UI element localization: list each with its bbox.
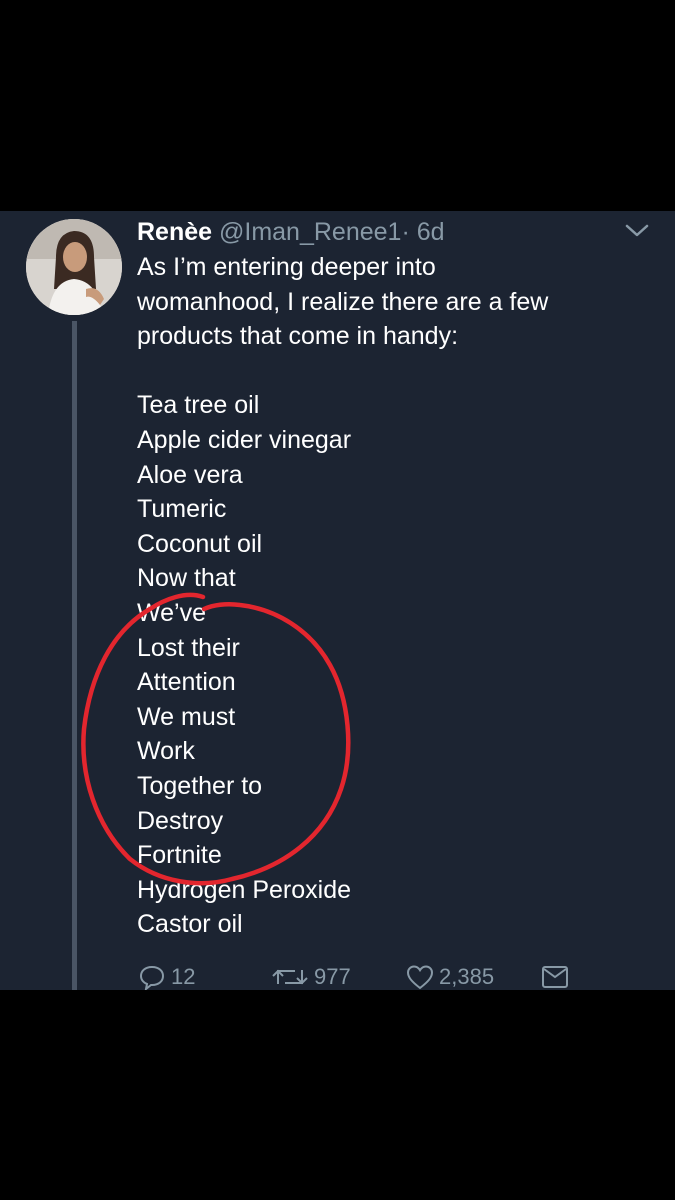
retweet-button[interactable]: 977 bbox=[270, 961, 351, 990]
like-button[interactable]: 2,385 bbox=[405, 961, 494, 990]
tweet-line: womanhood, I realize there are a few bbox=[137, 287, 549, 316]
heart-icon bbox=[406, 965, 434, 990]
tweet-line: Tumeric bbox=[137, 495, 227, 524]
tweet-line: Hydrogen Peroxide bbox=[137, 875, 352, 904]
like-count: 2,385 bbox=[439, 964, 495, 989]
tweet-line: Work bbox=[137, 737, 195, 766]
avatar-photo bbox=[26, 219, 122, 315]
display-name[interactable]: Renèe bbox=[137, 218, 212, 246]
tweet-card[interactable]: Renèe @Iman_Renee1· 6d As I’m entering d… bbox=[0, 211, 675, 990]
timestamp[interactable]: 6d bbox=[417, 218, 445, 246]
thread-connector-line bbox=[72, 321, 77, 990]
tweet-line: Fortnite bbox=[137, 841, 222, 870]
tweet-line: Tea tree oil bbox=[137, 391, 260, 420]
separator-dot: · bbox=[401, 218, 410, 246]
retweet-arrows-icon bbox=[272, 969, 308, 985]
tweet-line: Lost their bbox=[137, 633, 240, 662]
avatar[interactable] bbox=[26, 219, 122, 315]
tweet-line: products that come in handy: bbox=[137, 322, 459, 351]
tweet-line: Attention bbox=[137, 668, 236, 697]
chevron-down-icon[interactable] bbox=[622, 221, 652, 241]
tweet-line: Castor oil bbox=[137, 910, 243, 939]
user-handle[interactable]: @Iman_Renee1 bbox=[219, 218, 401, 246]
direct-message-button[interactable] bbox=[540, 961, 570, 990]
reply-count: 12 bbox=[171, 964, 196, 989]
tweet-text: As I’m entering deeper into womanhood, I … bbox=[137, 250, 657, 942]
tweet-line: We’ve bbox=[137, 598, 207, 627]
retweet-count: 977 bbox=[314, 964, 351, 989]
speech-bubble-icon bbox=[139, 965, 165, 990]
tweet-line: Now that bbox=[137, 564, 236, 593]
reply-button[interactable]: 12 bbox=[137, 961, 195, 990]
tweet-line: As I’m entering deeper into bbox=[137, 253, 436, 281]
tweet-line: Coconut oil bbox=[137, 529, 263, 558]
tweet-line: Together to bbox=[137, 771, 263, 800]
tweet-line: We must bbox=[137, 702, 236, 731]
tweet-header: Renèe @Iman_Renee1· 6d bbox=[137, 217, 445, 247]
envelope-icon bbox=[542, 966, 568, 988]
tweet-actions: 12 977 2,385 bbox=[137, 961, 657, 990]
tweet-line: Apple cider vinegar bbox=[137, 425, 352, 454]
tweet-line: Aloe vera bbox=[137, 460, 243, 489]
tweet-line: Destroy bbox=[137, 806, 224, 835]
